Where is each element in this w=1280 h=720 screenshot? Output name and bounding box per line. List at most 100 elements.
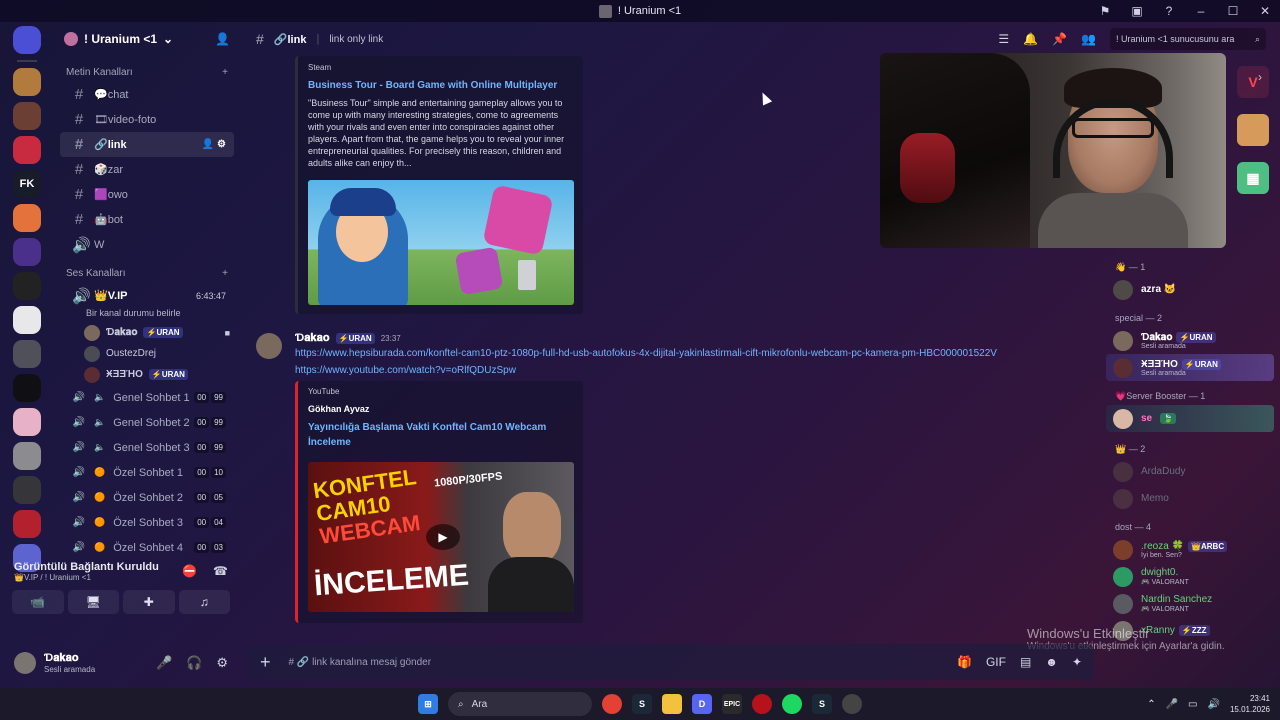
member-item[interactable]: ArdaDudy bbox=[1106, 458, 1280, 485]
server-icon[interactable] bbox=[13, 374, 41, 402]
server-icon[interactable] bbox=[13, 68, 41, 96]
server-icon[interactable] bbox=[13, 340, 41, 368]
voice-channel[interactable]: 🔊 🟠 Özel Sohbet 3 00 04 bbox=[60, 510, 234, 535]
avatar[interactable] bbox=[14, 652, 36, 674]
member-item[interactable]: Nardin Sanchez 🎮 VALORANT bbox=[1106, 590, 1280, 617]
text-channel[interactable]: # 🎲zar bbox=[60, 157, 234, 182]
play-icon[interactable]: ▶ bbox=[426, 524, 460, 550]
pin-icon[interactable]: 📌 bbox=[1052, 32, 1067, 46]
app-icon[interactable]: ▦ bbox=[1237, 162, 1269, 194]
app-icon[interactable] bbox=[1237, 114, 1269, 146]
server-icon[interactable] bbox=[13, 102, 41, 130]
text-category[interactable]: Metin Kanalları + bbox=[54, 62, 240, 82]
message-author[interactable]: Ɗ𝐚𝐤𝐚𝐨 bbox=[295, 332, 330, 345]
voice-channel[interactable]: 🔊 🔈 Genel Sohbet 1 00 99 bbox=[60, 385, 234, 410]
voice-channel[interactable]: 🔊 🟠 Özel Sohbet 2 00 05 bbox=[60, 485, 234, 510]
server-icon[interactable] bbox=[13, 442, 41, 470]
volume-icon[interactable]: 🔊 bbox=[1208, 699, 1220, 710]
folder-icon[interactable] bbox=[662, 694, 682, 714]
avatar[interactable] bbox=[256, 333, 282, 359]
text-channel[interactable]: # 🔗link 👤 ⚙ bbox=[60, 132, 234, 157]
message-input[interactable]: # 🔗 link kanalına mesaj gönder bbox=[289, 657, 432, 668]
member-item[interactable]: Memo bbox=[1106, 485, 1280, 512]
add-member-icon[interactable]: 👤 bbox=[215, 32, 230, 46]
voice-channel[interactable]: 🔊 🔈 Genel Sohbet 2 00 99 bbox=[60, 410, 234, 435]
chevron-up-icon[interactable]: ⌃ bbox=[1147, 699, 1155, 710]
channel-topic[interactable]: link only link bbox=[329, 34, 383, 45]
app-icon[interactable] bbox=[752, 694, 772, 714]
noise-suppression-icon[interactable]: ⛔ bbox=[182, 564, 197, 578]
voice-category[interactable]: Ses Kanalları + bbox=[54, 263, 240, 283]
attach-plus-icon[interactable]: + bbox=[260, 652, 271, 673]
clock[interactable]: 23:41 15.01.2026 bbox=[1230, 693, 1270, 715]
microphone-icon[interactable]: 🎤 bbox=[1166, 699, 1178, 710]
server-icon[interactable] bbox=[13, 238, 41, 266]
member-item[interactable]: ӾƎƎΉO ⚡URAN Sesli aramada bbox=[1106, 354, 1274, 381]
gif-icon[interactable]: GIF bbox=[986, 655, 1006, 669]
server-icon[interactable] bbox=[13, 476, 41, 504]
steam-icon[interactable]: S bbox=[632, 694, 652, 714]
voice-channel[interactable]: 🔊 🔈 Genel Sohbet 3 00 99 bbox=[60, 435, 234, 460]
network-icon[interactable]: ▭ bbox=[1188, 699, 1197, 710]
help-icon[interactable]: ? bbox=[1162, 4, 1176, 18]
taskbar-search[interactable]: ⌕ Ara bbox=[448, 692, 592, 716]
voice-user[interactable]: Ɗ𝐚𝐤𝐚𝐨 ⚡URAN ■ bbox=[54, 322, 240, 343]
bell-icon[interactable]: 🔔 bbox=[1023, 32, 1038, 46]
close-icon[interactable]: ✕ bbox=[1258, 4, 1272, 18]
search-input[interactable]: ! Uranium <1 sunucusunu ara ⌕ bbox=[1110, 28, 1266, 50]
voice-channel-vip[interactable]: 🔊 👑V.IP 6:43:47 bbox=[60, 283, 234, 308]
spotify-icon[interactable] bbox=[782, 694, 802, 714]
text-channel[interactable]: 🔊 W bbox=[60, 232, 234, 257]
server-header[interactable]: ! Uranium <1 ⌄ 👤 bbox=[54, 22, 240, 56]
embed-provider[interactable]: Steam bbox=[308, 63, 573, 72]
member-item[interactable]: azra 🐱 bbox=[1106, 276, 1280, 303]
webcam-video-tile[interactable] bbox=[880, 53, 1226, 248]
channel-settings-icon[interactable]: 👤 ⚙ bbox=[202, 139, 226, 150]
server-icon[interactable]: FK bbox=[13, 170, 41, 198]
member-item[interactable]: dwight0. 🎮 VALORANT bbox=[1106, 563, 1280, 590]
flag-icon[interactable]: ⚑ bbox=[1098, 4, 1112, 18]
embed-image[interactable] bbox=[308, 180, 574, 305]
server-icon[interactable] bbox=[13, 136, 41, 164]
sticker-icon[interactable]: ▤ bbox=[1020, 655, 1031, 669]
emoji-icon[interactable]: ☻ bbox=[1045, 655, 1058, 669]
camera-button[interactable]: 📹 bbox=[12, 590, 64, 614]
message-link[interactable]: https://www.hepsiburada.com/konftel-cam1… bbox=[295, 348, 997, 359]
minimize-icon[interactable]: – bbox=[1194, 4, 1208, 18]
voice-user[interactable]: OustezDrej bbox=[54, 343, 240, 364]
threads-icon[interactable]: ☰ bbox=[998, 32, 1009, 46]
text-channel[interactable]: # 🎞video-foto bbox=[60, 107, 234, 132]
embed-title[interactable]: Yayıncılığa Başlama Vakti Konftel Cam10 … bbox=[308, 420, 573, 450]
headphones-icon[interactable]: 🎧 bbox=[186, 655, 202, 671]
channel-status[interactable]: Bir kanal durumu belirle bbox=[54, 308, 240, 322]
add-channel-icon[interactable]: + bbox=[222, 67, 228, 78]
screen-share-icon[interactable]: ▣ bbox=[1130, 4, 1144, 18]
gift-icon[interactable]: 🎁 bbox=[957, 655, 972, 669]
soundboard-button[interactable]: ♫ bbox=[178, 590, 230, 614]
app-icon[interactable] bbox=[842, 694, 862, 714]
microphone-icon[interactable]: 🎤 bbox=[156, 655, 172, 671]
message-composer[interactable]: + # 🔗 link kanalına mesaj gönder 🎁 GIF ▤… bbox=[248, 644, 1094, 680]
chrome-icon[interactable] bbox=[602, 694, 622, 714]
disconnect-icon[interactable]: ☎ bbox=[213, 564, 228, 578]
text-channel[interactable]: # 🤖bot bbox=[60, 207, 234, 232]
apps-icon[interactable]: ✦ bbox=[1072, 655, 1082, 669]
server-icon[interactable] bbox=[13, 510, 41, 538]
member-item[interactable]: Ɗ𝐚𝐤𝐚𝐨 ⚡URAN Sesli aramada bbox=[1106, 327, 1280, 354]
voice-channel[interactable]: 🔊 🟠 Özel Sohbet 1 00 10 bbox=[60, 460, 234, 485]
server-icon[interactable] bbox=[13, 204, 41, 232]
message-link[interactable]: https://www.youtube.com/watch?v=oRlfQDUz… bbox=[295, 365, 516, 376]
voice-user[interactable]: ӾƎƎΉO ⚡URAN bbox=[54, 364, 240, 385]
gear-icon[interactable]: ⚙ bbox=[216, 655, 228, 671]
member-item[interactable]: .reoza 🍀 👑ARBC İyi ben. Sen? bbox=[1106, 536, 1280, 563]
member-item[interactable]: se 🍃 bbox=[1106, 405, 1274, 432]
valorant-icon[interactable]: V bbox=[1237, 66, 1269, 98]
maximize-icon[interactable]: ☐ bbox=[1226, 4, 1240, 18]
discord-icon[interactable]: D bbox=[692, 694, 712, 714]
embed-author[interactable]: Gökhan Ayvaz bbox=[308, 404, 573, 414]
server-icon[interactable] bbox=[13, 272, 41, 300]
text-channel[interactable]: # 💬chat bbox=[60, 82, 234, 107]
epic-games-icon[interactable]: EPIC bbox=[722, 694, 742, 714]
add-channel-icon[interactable]: + bbox=[222, 268, 228, 279]
activities-button[interactable]: ✚ bbox=[123, 590, 175, 614]
